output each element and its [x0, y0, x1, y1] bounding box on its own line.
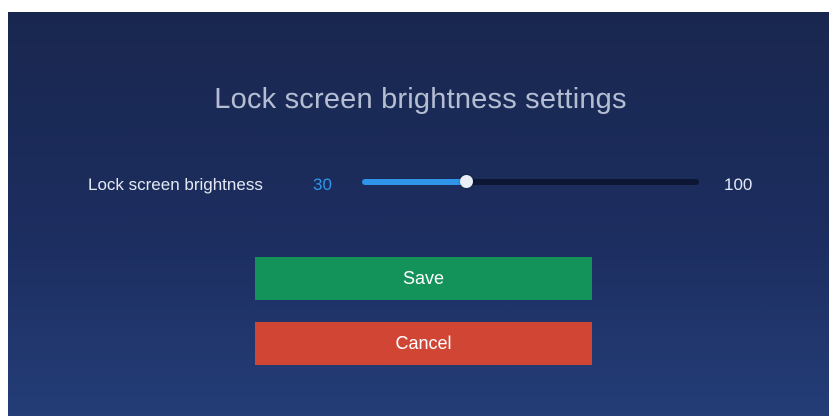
brightness-settings-screen: Lock screen brightness settings Lock scr… — [8, 12, 829, 416]
slider-thumb[interactable] — [460, 175, 474, 188]
brightness-value: 30 — [313, 175, 332, 194]
brightness-max-value: 100 — [724, 175, 753, 194]
page-title: Lock screen brightness settings — [214, 83, 627, 115]
cancel-button[interactable]: Cancel — [255, 322, 592, 365]
brightness-slider[interactable] — [362, 172, 699, 192]
slider-fill — [362, 179, 467, 185]
save-button[interactable]: Save — [255, 257, 592, 300]
brightness-label: Lock screen brightness — [88, 175, 263, 194]
